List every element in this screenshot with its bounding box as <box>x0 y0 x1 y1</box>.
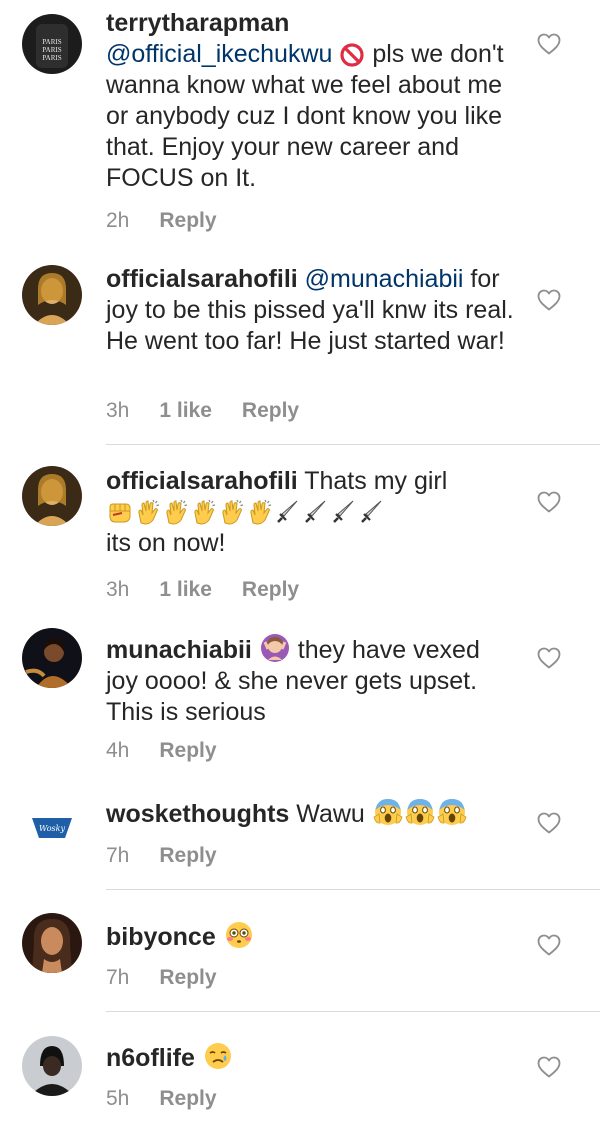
comment-text: officialsarahofili Thats my girl its on … <box>106 466 516 559</box>
heart-outline-icon[interactable] <box>537 491 561 513</box>
divider <box>106 1011 600 1012</box>
comment-meta: 4h Reply <box>106 738 247 764</box>
like-count[interactable]: 1 like <box>159 399 212 422</box>
comment-text: terrytharapman @official_ikechukwu pls w… <box>106 8 516 194</box>
comment-body: Wawu <box>296 800 365 828</box>
username[interactable]: officialsarahofili <box>106 265 298 293</box>
dagger-emoji-icon <box>359 499 385 525</box>
svg-text:Wosky: Wosky <box>39 824 65 833</box>
comment-time[interactable]: 4h <box>106 739 129 762</box>
comment-text: woskethoughts Wawu <box>106 797 516 830</box>
divider <box>106 889 600 890</box>
heart-outline-icon[interactable] <box>537 647 561 669</box>
username[interactable]: terrytharapman <box>106 9 289 37</box>
comment-text: bibyonce <box>106 920 516 953</box>
reply-button[interactable]: Reply <box>159 966 216 989</box>
reply-button[interactable]: Reply <box>242 578 299 601</box>
comment-meta: 3h 1 like Reply <box>106 398 329 424</box>
clapping-hands-emoji-icon <box>163 499 189 525</box>
svg-text:PARIS: PARIS <box>42 46 61 54</box>
comment-time[interactable]: 7h <box>106 966 129 989</box>
avatar[interactable] <box>22 466 82 526</box>
avatar[interactable] <box>22 628 82 688</box>
like-count[interactable]: 1 like <box>159 578 212 601</box>
reply-button[interactable]: Reply <box>159 209 216 232</box>
avatar[interactable] <box>22 1036 82 1096</box>
emoji-row <box>106 497 386 528</box>
prohibited-icon <box>340 43 364 67</box>
mention-link[interactable]: @official_ikechukwu <box>106 40 332 68</box>
comment-text: officialsarahofili @munachiabii for joy … <box>106 264 516 357</box>
screaming-face-emoji-icon <box>373 797 403 827</box>
username[interactable]: woskethoughts <box>106 800 289 828</box>
dagger-emoji-icon <box>331 499 357 525</box>
username[interactable]: bibyonce <box>106 923 216 951</box>
comment-meta: 5h Reply <box>106 1086 247 1112</box>
username[interactable]: officialsarahofili <box>106 467 298 495</box>
crying-face-emoji-icon <box>203 1041 233 1071</box>
heart-outline-icon[interactable] <box>537 33 561 55</box>
reply-button[interactable]: Reply <box>242 399 299 422</box>
comment-time[interactable]: 2h <box>106 209 129 232</box>
divider <box>106 444 600 445</box>
username[interactable]: munachiabii <box>106 636 252 664</box>
comment-meta: 3h 1 like Reply <box>106 577 329 603</box>
reply-button[interactable]: Reply <box>159 739 216 762</box>
comment-time[interactable]: 3h <box>106 578 129 601</box>
comment-body-continued: its on now! <box>106 529 226 557</box>
reply-button[interactable]: Reply <box>159 1087 216 1110</box>
comment-body: they have <box>297 636 407 664</box>
avatar[interactable]: PARIS PARIS PARIS <box>22 14 82 74</box>
avatar[interactable] <box>22 265 82 325</box>
comment-meta: 2h Reply <box>106 208 247 234</box>
woman-gesturing-emoji-icon <box>260 633 290 663</box>
clapping-hands-emoji-icon <box>219 499 245 525</box>
avatar[interactable] <box>22 913 82 973</box>
comment-time[interactable]: 3h <box>106 399 129 422</box>
comment-meta: 7h Reply <box>106 843 247 869</box>
heart-outline-icon[interactable] <box>537 1056 561 1078</box>
comment-time[interactable]: 5h <box>106 1087 129 1110</box>
dagger-emoji-icon <box>275 499 301 525</box>
username[interactable]: n6oflife <box>106 1044 195 1072</box>
comment-meta: 7h Reply <box>106 965 247 991</box>
clapping-hands-emoji-icon <box>191 499 217 525</box>
avatar[interactable]: Wosky <box>22 796 82 856</box>
heart-outline-icon[interactable] <box>537 289 561 311</box>
flushed-face-emoji-icon <box>224 920 254 950</box>
heart-outline-icon[interactable] <box>537 934 561 956</box>
reply-button[interactable]: Reply <box>159 844 216 867</box>
mention-link[interactable]: @munachiabii <box>305 265 464 293</box>
comment-text: n6oflife <box>106 1041 516 1074</box>
clapping-hands-emoji-icon <box>247 499 273 525</box>
fist-emoji-icon <box>107 499 133 525</box>
clapping-hands-emoji-icon <box>135 499 161 525</box>
comment-body: Thats my girl <box>304 467 448 495</box>
svg-text:PARIS: PARIS <box>42 54 61 62</box>
screaming-face-emoji-icon <box>405 797 435 827</box>
dagger-emoji-icon <box>303 499 329 525</box>
heart-outline-icon[interactable] <box>537 812 561 834</box>
comment-text: munachiabii they have vexed joy oooo! & … <box>106 633 516 728</box>
screaming-face-emoji-icon <box>437 797 467 827</box>
comment-time[interactable]: 7h <box>106 844 129 867</box>
svg-text:PARIS: PARIS <box>42 38 61 46</box>
